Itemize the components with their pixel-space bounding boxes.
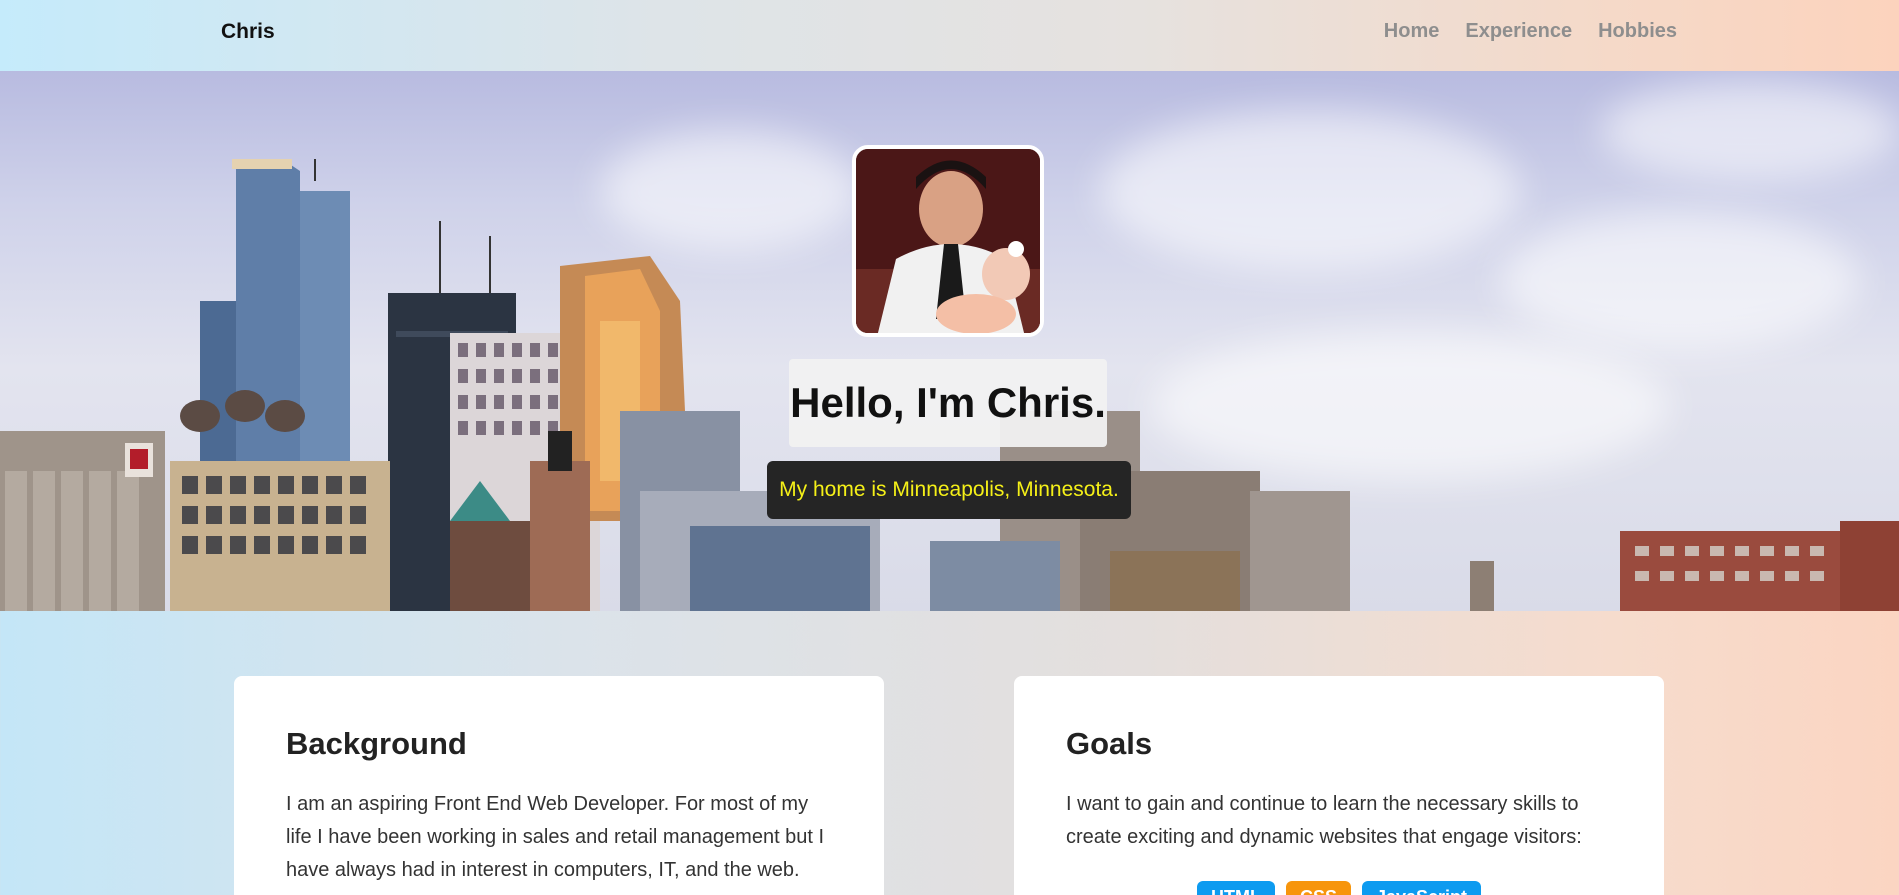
hero-subtitle-box: My home is Minneapolis, Minnesota.	[767, 461, 1131, 519]
tag-javascript: JavaScript	[1361, 881, 1482, 895]
nav-link-hobbies[interactable]: Hobbies	[1598, 20, 1677, 43]
tag-css: CSS	[1285, 881, 1351, 895]
skill-tags: HTML CSS JavaScript	[1014, 881, 1664, 895]
background-text: I am an aspiring Front End Web Developer…	[286, 793, 825, 881]
nav-links: Home Experience Hobbies	[1384, 20, 1677, 43]
background-heading: Background	[286, 726, 467, 761]
goals-heading: Goals	[1066, 726, 1153, 761]
navbar: Chris Home Experience Hobbies	[0, 0, 1899, 71]
nav-link-home[interactable]: Home	[1384, 20, 1440, 43]
goals-card: Goals I want to gain and continue to lea…	[1014, 676, 1664, 895]
brand-logo[interactable]: Chris	[221, 20, 275, 44]
hero-banner: Hello, I'm Chris. My home is Minneapolis…	[0, 71, 1899, 611]
hero-title-box: Hello, I'm Chris.	[789, 359, 1107, 447]
tag-html: HTML	[1196, 881, 1275, 895]
profile-photo	[852, 145, 1044, 337]
background-card: Background I am an aspiring Front End We…	[234, 676, 884, 895]
nav-link-experience[interactable]: Experience	[1465, 20, 1572, 43]
hero-subtitle: My home is Minneapolis, Minnesota.	[779, 478, 1119, 501]
goals-text: I want to gain and continue to learn the…	[1066, 793, 1582, 848]
hero-title: Hello, I'm Chris.	[790, 379, 1106, 426]
